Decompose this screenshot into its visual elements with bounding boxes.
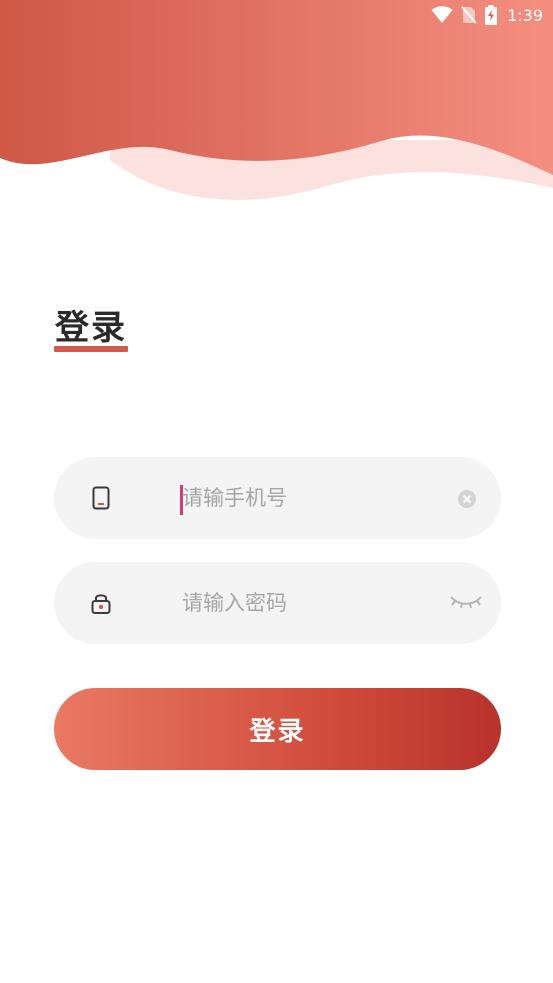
status-bar: 1:39 bbox=[353, 0, 553, 30]
phone-field[interactable] bbox=[54, 457, 501, 539]
phone-icon bbox=[90, 486, 112, 510]
clear-icon[interactable] bbox=[456, 488, 478, 510]
eye-closed-icon[interactable] bbox=[449, 590, 483, 612]
phone-input[interactable] bbox=[182, 457, 482, 539]
status-time: 1:39 bbox=[507, 5, 543, 25]
header-wave-decoration bbox=[0, 0, 553, 200]
no-sim-icon bbox=[461, 6, 477, 24]
password-input[interactable] bbox=[182, 562, 482, 644]
wifi-icon bbox=[431, 6, 453, 24]
lock-icon bbox=[90, 591, 112, 615]
battery-charging-icon bbox=[485, 5, 498, 25]
password-field[interactable] bbox=[54, 562, 501, 644]
login-button[interactable]: 登录 bbox=[54, 688, 501, 770]
title-underline bbox=[54, 346, 128, 352]
page-title: 登录 bbox=[55, 308, 127, 348]
